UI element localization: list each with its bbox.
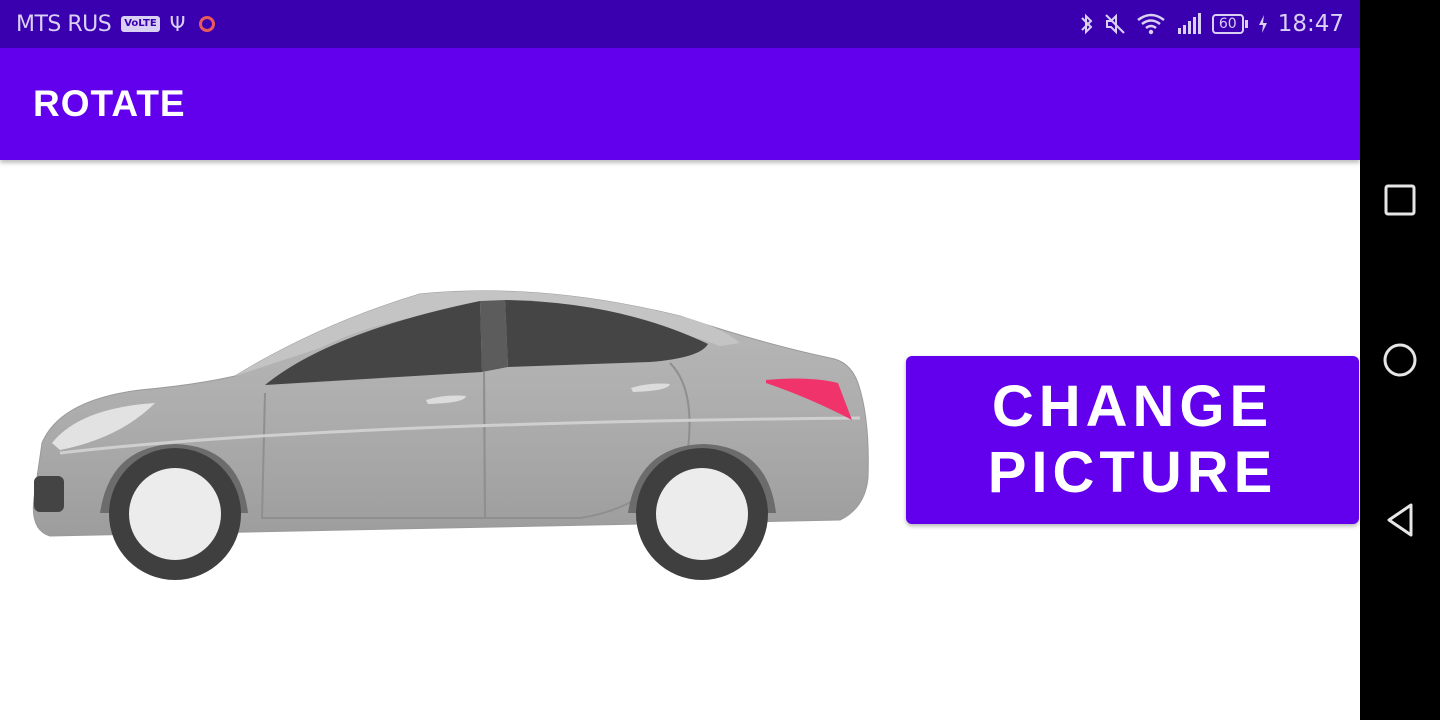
app-title: ROTATE [33,83,186,124]
car-image [32,290,869,580]
battery-icon: 60 [1211,14,1248,34]
navigation-bar [1360,0,1440,720]
clock: 18:47 [1277,11,1344,37]
battery-tip [1244,20,1248,28]
app-bar: ROTATE [0,48,1360,160]
home-circle-icon[interactable] [1380,340,1420,380]
change-picture-button[interactable]: CHANGE PICTURE [906,356,1359,524]
bluetooth-icon [1080,12,1094,36]
change-picture-button-line2: PICTURE [987,440,1278,505]
volte-icon: VoLTE [121,16,160,32]
back-triangle-icon[interactable] [1380,500,1420,540]
usb-icon: Ψ [169,12,186,36]
status-right: 60 18:47 [1080,0,1344,48]
notification-ring-icon [199,16,216,32]
change-picture-button-line1: CHANGE [991,374,1274,439]
battery-level: 60 [1211,14,1244,34]
signal-icon [1176,12,1202,36]
recents-square-icon[interactable] [1380,180,1420,220]
charging-icon [1258,12,1268,36]
status-bar: MTS RUS VoLTE Ψ 60 18:47 [0,0,1360,48]
wifi-icon [1136,12,1166,36]
mute-icon [1104,12,1126,36]
app-screen: MTS RUS VoLTE Ψ 60 18:47 ROTATE CHANGE P… [0,0,1360,720]
status-left: MTS RUS VoLTE Ψ [16,0,216,48]
carrier-name: MTS RUS [16,11,112,37]
